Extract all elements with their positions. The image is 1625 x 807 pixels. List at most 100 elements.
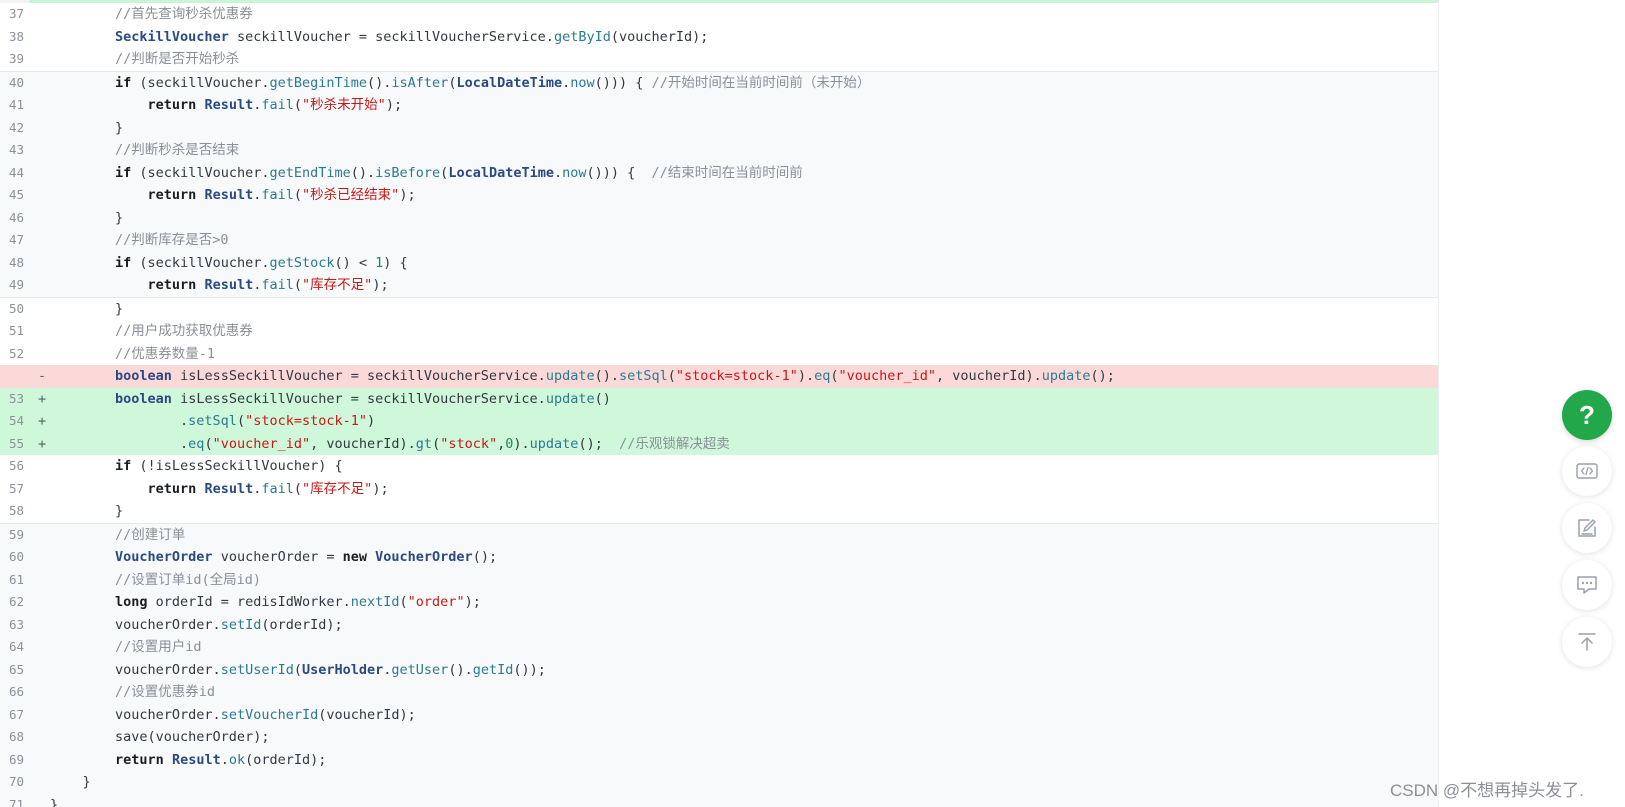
line-number: 51 xyxy=(8,323,24,338)
line-number: 37 xyxy=(8,6,24,21)
code-token: ); xyxy=(399,187,416,203)
line-number: 56 xyxy=(8,458,24,473)
code-view-button[interactable] xyxy=(1562,446,1612,496)
code-token: if xyxy=(115,164,132,181)
code-token: //判断是否开始秒杀 xyxy=(50,51,240,67)
added-code-line: 55 + .eq("voucher_id", voucherId).gt("sto… xyxy=(0,432,1438,455)
code-text: //设置订单id(全局id) xyxy=(50,569,261,592)
code-text: return Result.ok(orderId); xyxy=(50,749,326,772)
code-token: . xyxy=(220,751,229,768)
code-token: voucherOrder. xyxy=(50,706,221,723)
code-token: "stock=stock-1" xyxy=(245,413,368,429)
code-token: ok xyxy=(228,751,246,768)
line-number: 65 xyxy=(8,661,24,677)
code-line: 40 if (seckillVoucher.getBeginTime().isA… xyxy=(0,70,1438,94)
code-token: LocalDateTime xyxy=(456,74,563,91)
code-token: Result xyxy=(204,277,254,293)
code-line: 57 return Result.fail("库存不足"); xyxy=(0,477,1438,500)
line-number: 66 xyxy=(8,684,24,699)
code-token: (). xyxy=(350,164,376,181)
code-token: boolean xyxy=(115,390,172,407)
code-token: setUserId xyxy=(220,661,294,678)
code-token: ( xyxy=(293,480,303,497)
code-token: (voucherId); xyxy=(610,28,709,45)
back-to-top-button[interactable] xyxy=(1562,617,1612,667)
code-token: //设置用户id xyxy=(50,639,202,655)
code-token: now xyxy=(570,74,595,91)
code-token: getStock xyxy=(269,254,335,271)
code-text: voucherOrder.setVoucherId(voucherId); xyxy=(50,704,416,727)
line-number: 61 xyxy=(8,571,24,587)
code-token: "stock" xyxy=(440,435,498,452)
code-token: ) { xyxy=(383,254,408,271)
added-code-line: 53 + boolean isLessSeckillVoucher = secki… xyxy=(0,387,1438,411)
code-token: getUser xyxy=(391,661,449,678)
back-to-top-icon xyxy=(1578,633,1596,651)
code-token: Result xyxy=(204,480,254,497)
code-token: , voucherId). xyxy=(310,435,416,452)
code-token: //首先查询秒杀优惠券 xyxy=(50,6,253,22)
comment-button[interactable] xyxy=(1562,560,1612,610)
code-token: update xyxy=(545,368,595,384)
code-text: voucherOrder.setUserId(UserHolder.getUse… xyxy=(50,659,546,682)
edit-button[interactable] xyxy=(1562,503,1612,553)
code-token: isLessSeckillVoucher = seckillVoucherSer… xyxy=(171,390,546,407)
code-text: } xyxy=(50,771,91,794)
code-token: ( xyxy=(204,435,213,452)
code-token: setId xyxy=(220,616,262,633)
diff-marker: + xyxy=(38,390,47,407)
code-token: } xyxy=(50,796,59,807)
code-text: boolean isLessSeckillVoucher = seckillVo… xyxy=(50,388,611,411)
help-button[interactable]: ? xyxy=(1562,390,1612,440)
code-token: getById xyxy=(553,28,611,45)
code-token: eq xyxy=(814,368,831,384)
code-token: ()); xyxy=(513,661,546,678)
code-token: isBefore xyxy=(375,164,441,181)
comment-icon xyxy=(1577,576,1597,594)
line-number: 60 xyxy=(8,549,24,564)
code-text: voucherOrder.setId(orderId); xyxy=(50,614,343,637)
code-token: "秒杀已经结束" xyxy=(302,187,400,203)
code-token: () < xyxy=(334,254,376,271)
line-number: 44 xyxy=(8,164,24,180)
code-line: 41 return Result.fail("秒杀未开始"); xyxy=(0,94,1438,117)
code-token: //结束时间在当前时间前 xyxy=(651,164,803,181)
code-token: voucherOrder. xyxy=(50,616,221,633)
code-text: //设置优惠券id xyxy=(50,681,215,704)
code-token: (!isLessSeckillVoucher) { xyxy=(131,458,343,474)
code-text: //判断秒杀是否结束 xyxy=(50,139,239,162)
code-text: VoucherOrder voucherOrder = new VoucherO… xyxy=(50,546,497,569)
code-token: setSql xyxy=(188,413,237,429)
code-line: 62 long orderId = redisIdWorker.nextId("… xyxy=(0,591,1438,614)
code-token: ). xyxy=(797,368,815,384)
diff-marker: + xyxy=(38,435,47,452)
code-token: fail xyxy=(261,277,294,293)
code-line: 45 return Result.fail("秒杀已经结束"); xyxy=(0,184,1438,207)
code-token: } xyxy=(50,209,124,226)
code-token: //创建订单 xyxy=(50,526,186,543)
diff-marker: - xyxy=(38,368,47,384)
code-text: if (!isLessSeckillVoucher) { xyxy=(50,455,343,478)
code-token: if xyxy=(115,458,132,474)
code-token: isLessSeckillVoucher = seckillVoucherSer… xyxy=(171,368,546,384)
code-token: //设置优惠券id xyxy=(50,684,216,700)
edit-icon xyxy=(1578,519,1596,537)
code-token: VoucherOrder xyxy=(375,549,473,565)
code-token: (seckillVoucher. xyxy=(131,74,270,91)
code-text: if (seckillVoucher.getEndTime().isBefore… xyxy=(50,162,803,185)
code-token: (); xyxy=(578,435,620,452)
code-token: (). xyxy=(594,368,619,384)
code-text: } xyxy=(50,794,58,807)
code-token: } xyxy=(50,774,91,790)
code-token: ); xyxy=(372,277,389,293)
line-number: 62 xyxy=(8,594,24,609)
code-line: 43 //判断秒杀是否结束 xyxy=(0,139,1438,162)
code-token: //优惠券数量-1 xyxy=(50,345,216,362)
line-number: 40 xyxy=(8,74,24,90)
